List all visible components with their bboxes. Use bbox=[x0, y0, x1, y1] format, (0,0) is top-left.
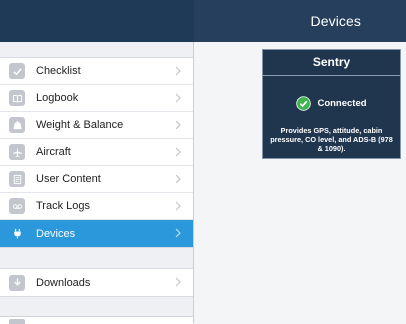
document-icon bbox=[9, 171, 25, 187]
sidebar-item-label: Aircraft bbox=[36, 146, 71, 158]
sidebar-item-aircraft[interactable]: Aircraft bbox=[0, 139, 193, 166]
book-icon bbox=[9, 90, 25, 106]
sidebar-item-track-logs[interactable]: Track Logs bbox=[0, 193, 193, 220]
sidebar-item-label: Devices bbox=[36, 227, 76, 240]
chevron-right-icon bbox=[175, 66, 181, 76]
plug-icon bbox=[9, 226, 25, 242]
connection-status: Connected bbox=[263, 96, 400, 111]
device-card[interactable]: Sentry Connected Provides GPS, attitude,… bbox=[262, 49, 401, 159]
sidebar-item-label: Weight & Balance bbox=[36, 119, 124, 131]
sidebar-menu: Checklist Logbook Weight & Balance Aircr… bbox=[0, 57, 193, 248]
page-title: Devices bbox=[310, 13, 361, 29]
scale-icon bbox=[9, 117, 25, 133]
sidebar-item-label: Checklist bbox=[36, 65, 81, 77]
chevron-right-icon bbox=[175, 201, 181, 211]
main-content: Sentry Connected Provides GPS, attitude,… bbox=[194, 42, 406, 323]
chevron-right-icon bbox=[175, 228, 181, 238]
connected-check-icon bbox=[296, 96, 312, 111]
device-name: Sentry bbox=[263, 50, 400, 76]
chevron-right-icon bbox=[175, 93, 181, 103]
sidebar: Checklist Logbook Weight & Balance Aircr… bbox=[0, 42, 194, 323]
device-description: Provides GPS, attitude, cabin pressure, … bbox=[270, 126, 393, 153]
checkmark-icon bbox=[9, 63, 25, 79]
sidebar-item-logbook[interactable]: Logbook bbox=[0, 85, 193, 112]
chevron-right-icon bbox=[175, 147, 181, 157]
sidebar-item-devices[interactable]: Devices bbox=[0, 220, 193, 247]
partial-icon bbox=[9, 319, 25, 324]
download-icon bbox=[9, 274, 25, 291]
sidebar-item-label: Downloads bbox=[36, 276, 91, 289]
sidebar-top-bar bbox=[0, 0, 194, 42]
sidebar-item-weight-balance[interactable]: Weight & Balance bbox=[0, 112, 193, 139]
sidebar-item-downloads[interactable]: Downloads bbox=[0, 269, 193, 296]
cassette-icon bbox=[9, 198, 25, 214]
airplane-icon bbox=[9, 144, 25, 160]
sidebar-item-user-content[interactable]: User Content bbox=[0, 166, 193, 193]
sidebar-item-checklist[interactable]: Checklist bbox=[0, 58, 193, 85]
sidebar-downloads-group: Downloads bbox=[0, 268, 193, 297]
chevron-right-icon bbox=[175, 174, 181, 184]
sidebar-item-label: User Content bbox=[36, 173, 101, 185]
status-text: Connected bbox=[317, 98, 367, 109]
chevron-right-icon bbox=[175, 120, 181, 130]
sidebar-item-label: Track Logs bbox=[36, 200, 91, 212]
top-bar: Devices bbox=[194, 0, 406, 42]
sidebar-item-label: Logbook bbox=[36, 92, 79, 104]
chevron-right-icon bbox=[175, 277, 181, 287]
